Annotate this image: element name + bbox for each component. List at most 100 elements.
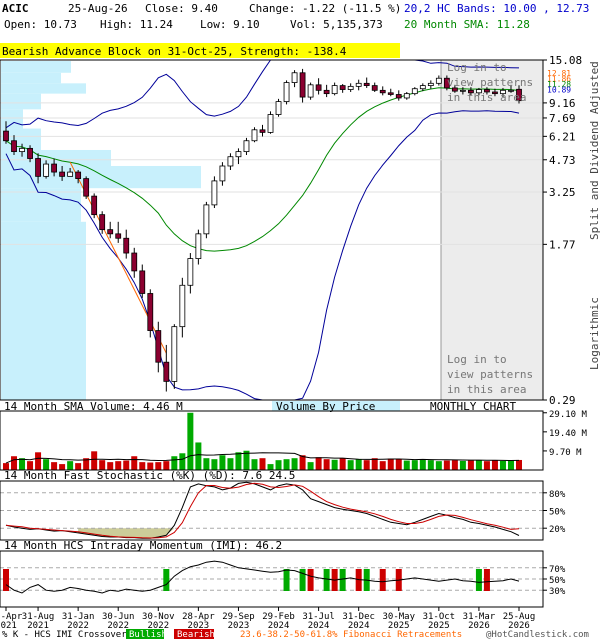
login-top-line1: Log in to — [447, 61, 507, 74]
candle-down — [123, 237, 130, 254]
volume-bar — [435, 461, 442, 470]
imi-crossover-bar — [307, 569, 314, 591]
candle-down — [35, 158, 41, 177]
volume-bar — [179, 453, 186, 470]
candle-up — [171, 326, 178, 382]
volume-bar — [339, 458, 346, 470]
volume-bar — [131, 456, 138, 470]
price-tick-label: 9.16 — [549, 97, 576, 110]
candle-down — [155, 330, 162, 363]
volume-tick-label: 19.40 M — [549, 429, 588, 439]
candle-up — [355, 82, 362, 87]
volume-bar — [395, 459, 402, 470]
candle-up — [267, 114, 274, 133]
login-bottom-line1: Log in to — [447, 353, 507, 366]
imi-gridlines — [0, 567, 543, 591]
volume-bar — [299, 455, 306, 470]
candle-down — [387, 92, 394, 95]
volume-bar — [91, 451, 98, 470]
vbp-row — [1, 93, 41, 110]
candle-up — [187, 258, 194, 286]
candle-down — [51, 163, 57, 173]
bullish-label: Bullish — [129, 630, 167, 640]
header-high: High: 11.24 — [100, 18, 173, 31]
volume-bar — [331, 459, 338, 470]
candle-up — [227, 156, 234, 167]
candle-up — [347, 85, 354, 90]
vbp-row — [1, 72, 61, 84]
candle-up — [67, 171, 74, 177]
candle-down — [131, 252, 138, 272]
chart-root: ACIC 25-Aug-26 Close: 9.40 Change: -1.22… — [0, 0, 600, 640]
stochastic-tick-label: 80% — [549, 490, 566, 500]
candle-down — [339, 85, 346, 90]
axis-label-adjusted: Split and Dividend Adjusted — [588, 61, 600, 240]
vbp-row — [1, 83, 86, 94]
price-tick-label: 15.08 — [549, 54, 582, 67]
candle-up — [251, 129, 258, 142]
vbp-row — [1, 149, 111, 166]
price-chart: ACIC 25-Aug-26 Close: 9.40 Change: -1.22… — [0, 2, 600, 640]
volume-bar — [403, 460, 410, 470]
volume-bar — [11, 456, 18, 470]
imi-line — [5, 560, 520, 594]
candle-up — [411, 88, 418, 95]
candle-up — [179, 284, 186, 328]
candle-down — [11, 140, 17, 153]
volume-bar — [171, 456, 178, 470]
volume-bar — [355, 459, 362, 470]
price-tick-label: 7.69 — [549, 112, 576, 125]
imi-tick-label: 30% — [549, 587, 566, 597]
bearish-label: Bearish — [177, 630, 215, 640]
header-change: Change: -1.22 (-11.5 %) — [249, 2, 401, 15]
candle-down — [259, 129, 266, 133]
candle-up — [291, 72, 298, 83]
login-top-line2: view patterns — [447, 76, 533, 89]
ticker: ACIC — [2, 2, 29, 15]
volume-bar — [387, 458, 394, 470]
volume-bar — [371, 458, 378, 470]
candle-up — [235, 151, 242, 158]
imi-crossover-bar — [323, 569, 330, 591]
login-bottom-line2: view patterns — [447, 368, 533, 381]
volume-bar — [219, 455, 226, 470]
stochastic-gridlines — [0, 492, 543, 529]
candle-down — [59, 171, 66, 177]
imi-crossover-bar — [3, 569, 9, 591]
price-cluster-labels: 12.8111.8611.2810.89 — [547, 69, 571, 95]
axis-label-log: Logarithmic — [588, 297, 600, 370]
fibonacci-legend: 23.6-38.2-50-61.8% Fibonacci Retracement… — [240, 630, 462, 640]
imi-panel-frame — [0, 550, 544, 608]
candle-down — [3, 130, 9, 142]
stochastic-axis: 80% 50% 20% — [543, 490, 566, 535]
login-bottom-line3: in this area — [447, 383, 526, 396]
candle-up — [307, 84, 314, 98]
stochastic-tick-label: 50% — [549, 508, 566, 518]
x-axis: 30-Apr202131-Aug202131-Jan202230-Jun2022… — [0, 607, 535, 631]
candle-up — [19, 147, 25, 153]
volume-bar — [315, 457, 322, 470]
price-tick-label: 1.77 — [549, 238, 576, 251]
volume-bar — [195, 442, 202, 470]
candle-up — [283, 82, 290, 102]
hc-bands-label: 20,2 HC Bands: 10.00 , 12.73 — [404, 2, 589, 15]
header-open: Open: 10.73 — [4, 18, 77, 31]
sma-label: 20 Month SMA: 11.28 — [404, 18, 530, 31]
volume-bar — [323, 459, 330, 470]
volume-bar — [411, 460, 418, 470]
stochastic-tick-label: 20% — [549, 525, 566, 535]
volume-bar — [363, 460, 370, 470]
imi-crossover-bars — [3, 569, 490, 591]
login-top-line3: in this area — [447, 91, 526, 104]
volume-bar — [507, 460, 514, 470]
candle-down — [75, 171, 82, 180]
vbp-row — [1, 221, 86, 400]
volume-tick-label: 29.10 M — [549, 410, 588, 420]
volume-bar — [235, 452, 242, 470]
volume-bar — [427, 460, 434, 470]
header-volume: Vol: 5,135,373 — [290, 18, 383, 31]
candle-down — [315, 84, 322, 91]
candle-down — [91, 195, 98, 216]
volume-bar — [443, 460, 450, 470]
volume-bar — [459, 460, 466, 470]
